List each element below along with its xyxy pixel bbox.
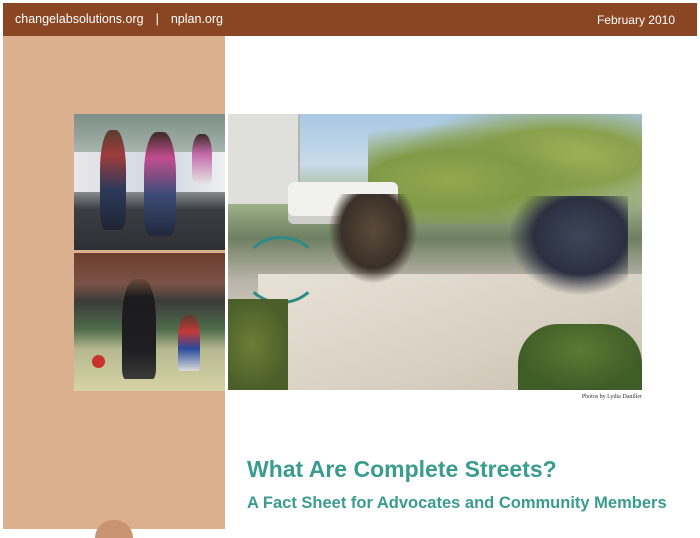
men-seated-right [508, 196, 628, 296]
child-player [178, 315, 200, 371]
changelab-link[interactable]: changelabsolutions.org [15, 12, 144, 26]
bicycle [242, 236, 320, 304]
soccer-ball [92, 355, 105, 368]
child-figure [192, 134, 212, 184]
planter-left [228, 299, 288, 390]
child-figure [100, 130, 126, 230]
child-figure [144, 132, 176, 236]
photo-credit: Photos by Lydia Daniller [581, 394, 642, 400]
planter-right [518, 324, 642, 390]
nplan-link[interactable]: nplan.org [171, 12, 223, 26]
header-links: changelabsolutions.org | nplan.org [15, 12, 223, 26]
photo-complete-street [228, 114, 642, 390]
header-bar: changelabsolutions.org | nplan.org Februar… [3, 3, 697, 36]
page-subtitle: A Fact Sheet for Advocates and Community… [247, 494, 667, 512]
decorative-shape [95, 520, 133, 538]
adult-player [122, 279, 156, 379]
header-separator: | [155, 12, 159, 26]
publication-date: February 2010 [596, 13, 675, 27]
photo-children-walking [74, 114, 225, 250]
men-on-bench [328, 194, 418, 284]
photo-soccer-play [74, 253, 225, 391]
page-title: What Are Complete Streets? [247, 456, 557, 482]
